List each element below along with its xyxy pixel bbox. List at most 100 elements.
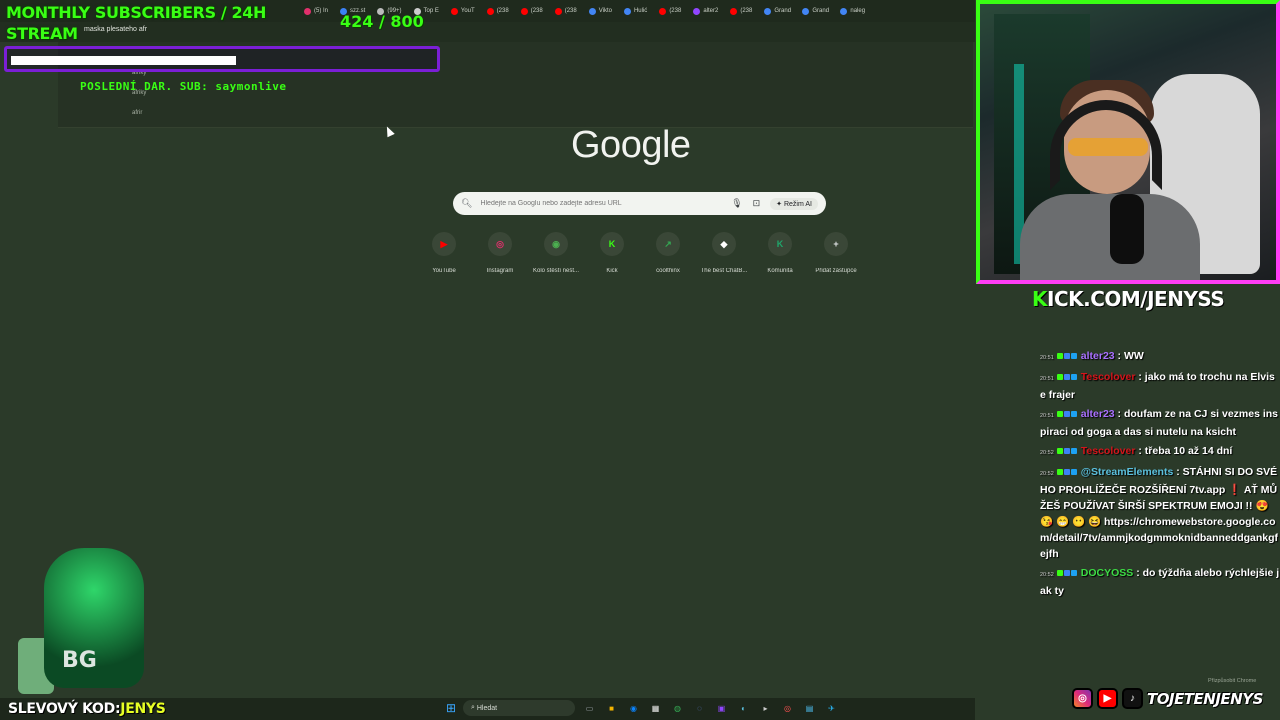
microphone-icon[interactable]: 🎙︎ xyxy=(731,198,742,209)
browser-tab[interactable]: (238 xyxy=(655,3,685,19)
kick-channel-url: KICK.COM/JENYSS xyxy=(1032,287,1225,311)
chatbot-icon: ◆ xyxy=(712,232,736,256)
omnibox-suggestion[interactable]: afrir xyxy=(132,110,142,116)
instagram-icon: ◎ xyxy=(488,232,512,256)
shortcut-label: Kolo štěstí nešt... xyxy=(532,268,580,274)
shortcut-instagram[interactable]: ◎ Instagram xyxy=(472,232,528,274)
chat-timestamp: 20:51 xyxy=(1040,413,1054,419)
taskbar-app-icon[interactable]: ▭ xyxy=(581,700,598,716)
tab-favicon-icon xyxy=(764,7,772,15)
tab-favicon-icon xyxy=(623,7,631,15)
google-search-box[interactable]: 🔍︎ 🎙︎ ⊡ ✦ Režim AI xyxy=(453,192,826,215)
browser-tab[interactable]: Vikto xyxy=(585,3,616,19)
instagram-icon: ◎ xyxy=(1072,688,1093,709)
browser-tab[interactable]: (238 xyxy=(551,3,581,19)
customize-chrome-link[interactable]: Přizpůsobit Chrome xyxy=(1208,678,1256,684)
tab-label: (5) In xyxy=(314,8,329,14)
social-handles: ◎ ▶ ♪ TOJETENJENYS xyxy=(1072,688,1263,709)
windows-start-icon[interactable]: ⊞ xyxy=(446,701,458,715)
taskbar-app-icon[interactable]: ▤ xyxy=(801,700,818,716)
shortcut-coolthinx[interactable]: ↗ coolthinx xyxy=(640,232,696,274)
shortcut-label: coolthinx xyxy=(656,268,680,274)
taskbar-app-icon[interactable]: ◍ xyxy=(669,700,686,716)
subscriber-goal-title: MONTHLY SUBSCRIBERS / 24H STREAM xyxy=(6,2,296,44)
taskbar-app-icon[interactable]: ◌ xyxy=(691,700,708,716)
browser-tab[interactable]: (238 xyxy=(483,3,513,19)
shortcut-label: Přidat zástupce xyxy=(815,268,857,274)
chat-panel: 20:51 alter23 : WW 20:51 Tescolover : jako … xyxy=(1040,348,1280,660)
chat-badge-icon xyxy=(1063,448,1070,455)
chat-separator: : xyxy=(1173,466,1183,478)
taskbar-app-icon[interactable]: ✈ xyxy=(823,700,840,716)
browser-tab[interactable]: Grand xyxy=(798,3,832,19)
chat-username[interactable]: alter23 xyxy=(1081,350,1115,362)
chat-separator: : xyxy=(1114,408,1124,420)
tab-label: (238 xyxy=(496,8,509,14)
ai-mode-button[interactable]: ✦ Režim AI xyxy=(770,197,818,210)
browser-tab[interactable]: (5) In xyxy=(300,3,332,19)
chat-username[interactable]: DOCYOSS xyxy=(1081,567,1134,579)
taskbar-app-icon[interactable]: ▦ xyxy=(647,700,664,716)
microphone-icon xyxy=(1110,194,1144,264)
taskbar-app-icon[interactable]: ▣ xyxy=(713,700,730,716)
tab-label: YouT xyxy=(460,8,475,14)
komunita-icon: K xyxy=(768,232,792,256)
chat-username[interactable]: alter23 xyxy=(1081,408,1115,420)
browser-tab[interactable]: YouT xyxy=(447,3,479,19)
chat-timestamp: 20:52 xyxy=(1040,572,1054,578)
tab-favicon-icon xyxy=(659,7,667,15)
shortcut-kick[interactable]: K Kick xyxy=(584,232,640,274)
taskbar-app-icon[interactable]: ◉ xyxy=(625,700,642,716)
chat-badge-icon xyxy=(1056,448,1063,455)
taskbar-app-icon[interactable]: ▸ xyxy=(757,700,774,716)
shortcut-youtube[interactable]: ▶ YouTube xyxy=(416,232,472,274)
browser-tab[interactable]: Hulić xyxy=(620,3,651,19)
add-shortcut[interactable]: + Přidat zástupce xyxy=(808,232,864,274)
tab-label: Grand xyxy=(774,8,792,14)
shortcut-chatbot[interactable]: ◆ The best ChatB... xyxy=(696,232,752,274)
shortcut-komunita[interactable]: K Komunita xyxy=(752,232,808,274)
search-icon: 🔍︎ xyxy=(461,198,473,208)
browser-tab[interactable]: naleg xyxy=(836,3,869,19)
stream-screen: (5) In szz.st (99+) Top E YouT (238 (238… xyxy=(0,0,1280,720)
browser-tab[interactable]: (238 xyxy=(726,3,756,19)
shortcut-label: Kick xyxy=(606,268,618,274)
chat-timestamp: 20:51 xyxy=(1040,376,1054,382)
browser-tab[interactable]: (238 xyxy=(517,3,547,19)
discount-code-value: JENYS xyxy=(120,701,166,717)
chat-badge-icon xyxy=(1056,469,1063,476)
chat-text: třeba 10 až 14 dní xyxy=(1144,445,1233,457)
chat-username[interactable]: Tescolover xyxy=(1081,371,1136,383)
chat-text: WW xyxy=(1123,350,1144,362)
taskbar-search[interactable]: ⌕ Hledat xyxy=(463,700,575,716)
chat-username[interactable]: Tescolover xyxy=(1081,445,1136,457)
youtube-icon: ▶ xyxy=(1097,688,1118,709)
tab-favicon-icon xyxy=(588,7,596,15)
taskbar-app-icon[interactable]: ◐ xyxy=(735,700,752,716)
taskbar-app-icon[interactable]: ■ xyxy=(603,700,620,716)
tab-label: Grand xyxy=(812,8,830,14)
subscriber-goal-progress-bar xyxy=(4,46,440,72)
last-donated-sub: POSLEDNÍ DAR. SUB: saymonlive xyxy=(80,80,287,93)
chat-timestamp: 20:52 xyxy=(1040,450,1054,456)
shortcut-tiles: ▶ YouTube ◎ Instagram ◉ Kolo štěstí nešt...… xyxy=(416,232,864,274)
kick-url-rest: ICK.COM/JENYSS xyxy=(1047,287,1225,311)
sponsor-avatar: BG xyxy=(14,528,150,696)
google-search-input[interactable] xyxy=(480,200,722,207)
chat-badge-icon xyxy=(1056,353,1063,360)
chat-username[interactable]: @StreamElements xyxy=(1081,466,1174,478)
chat-separator: : xyxy=(1135,445,1145,457)
tab-label: (238 xyxy=(740,8,753,14)
browser-tab[interactable]: alter2 xyxy=(689,3,722,19)
shortcut-kolo-stesti[interactable]: ◉ Kolo štěstí nešt... xyxy=(528,232,584,274)
webcam-feed xyxy=(976,0,1280,284)
google-lens-icon[interactable]: ⊡ xyxy=(753,198,761,209)
chat-message: 20:51 Tescolover : jako má to trochu na E… xyxy=(1040,369,1280,403)
chat-badge-icon xyxy=(1063,411,1070,418)
chat-timestamp: 20:52 xyxy=(1040,471,1054,477)
tab-label: naleg xyxy=(850,8,866,14)
chat-separator: : xyxy=(1114,350,1124,362)
tab-favicon-icon xyxy=(730,7,738,15)
taskbar-app-icon[interactable]: ◎ xyxy=(779,700,796,716)
browser-tab[interactable]: Grand xyxy=(760,3,794,19)
